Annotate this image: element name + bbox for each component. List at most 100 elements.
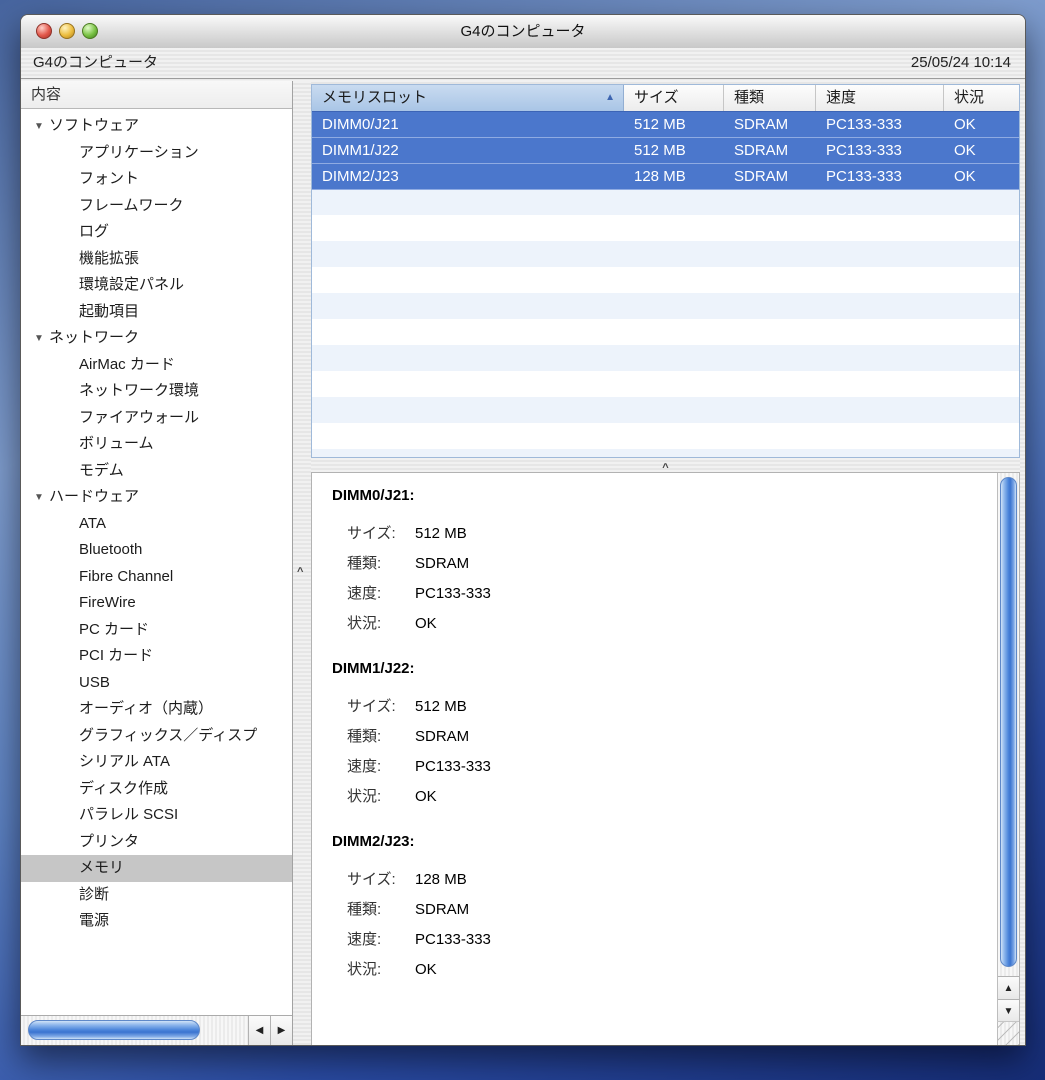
sidebar-list: ▼ソフトウェアアプリケーションフォントフレームワークログ機能拡張環境設定パネル起… [21, 109, 292, 1015]
table-detail-splitter[interactable]: ^ [311, 458, 1020, 472]
detail-section: DIMM1/J22:サイズ:512 MB種類:SDRAM速度:PC133-333… [332, 660, 997, 812]
sidebar-item[interactable]: FireWire [21, 590, 292, 617]
scroll-down-button[interactable]: ▼ [998, 999, 1019, 1022]
table-cell: SDRAM [724, 164, 816, 189]
sidebar-group-label: ハードウェア [49, 488, 139, 505]
sidebar-item[interactable]: プリンタ [21, 829, 292, 856]
table-cell: PC133-333 [816, 164, 944, 189]
detail-field-label: 種類: [347, 722, 415, 752]
scroll-left-button[interactable]: ◀ [248, 1016, 270, 1045]
sidebar-item[interactable]: Bluetooth [21, 537, 292, 564]
detail-field-label: サイズ: [347, 865, 415, 895]
sidebar-item[interactable]: ファイアウォール [21, 405, 292, 432]
sidebar-group-row[interactable]: ▼ネットワーク [21, 325, 292, 352]
sidebar-item[interactable]: フォント [21, 166, 292, 193]
detail-field-value: PC133-333 [415, 585, 491, 602]
column-header-label: 種類 [734, 89, 764, 106]
detail-vertical-scrollbar[interactable]: ▲ ▼ [997, 473, 1019, 1045]
detail-field-label: サイズ: [347, 692, 415, 722]
table-cell: OK [944, 164, 1019, 189]
sidebar-item[interactable]: ボリューム [21, 431, 292, 458]
column-header[interactable]: 状況 [944, 85, 1019, 111]
detail-field-label: 種類: [347, 895, 415, 925]
detail-field: サイズ:512 MB [332, 519, 997, 549]
resize-grip[interactable] [997, 1021, 1019, 1045]
column-header-label: メモリスロット [322, 89, 427, 106]
sidebar-item[interactable]: パラレル SCSI [21, 802, 292, 829]
detail-field-label: サイズ: [347, 519, 415, 549]
detail-field: 速度:PC133-333 [332, 925, 997, 955]
window-content: 内容 ▼ソフトウェアアプリケーションフォントフレームワークログ機能拡張環境設定パ… [21, 80, 1025, 1045]
sidebar-item[interactable]: PC カード [21, 617, 292, 644]
sidebar-splitter[interactable]: ^ [293, 81, 311, 1045]
contents-sidebar: 内容 ▼ソフトウェアアプリケーションフォントフレームワークログ機能拡張環境設定パ… [21, 81, 293, 1045]
table-cell: PC133-333 [816, 112, 944, 137]
sidebar-item[interactable]: 機能拡張 [21, 246, 292, 273]
column-header[interactable]: メモリスロット ▲ [312, 85, 624, 111]
sidebar-item[interactable]: メモリ [21, 855, 292, 882]
scroll-down-icon: ▼ [1004, 1006, 1014, 1017]
table-cell: DIMM2/J23 [312, 164, 624, 189]
detail-field-label: 状況: [347, 955, 415, 985]
detail-pane: DIMM0/J21:サイズ:512 MB種類:SDRAM速度:PC133-333… [311, 472, 1020, 1045]
sidebar-item[interactable]: 電源 [21, 908, 292, 935]
horizontal-scroll-thumb[interactable] [28, 1020, 200, 1040]
splitter-collapse-icon[interactable]: ^ [297, 566, 303, 578]
scroll-up-button[interactable]: ▲ [998, 976, 1019, 999]
vertical-scroll-thumb[interactable] [1000, 477, 1017, 967]
disclosure-triangle-icon[interactable]: ▼ [34, 114, 48, 140]
sidebar-group-row[interactable]: ▼ソフトウェア [21, 113, 292, 140]
table-cell: OK [944, 138, 1019, 163]
sidebar-item[interactable]: AirMac カード [21, 352, 292, 379]
detail-field-value: OK [415, 788, 437, 805]
sidebar-item[interactable]: フレームワーク [21, 193, 292, 220]
sidebar-item[interactable]: ATA [21, 511, 292, 538]
sidebar-item[interactable]: モデム [21, 458, 292, 485]
sidebar-item[interactable]: シリアル ATA [21, 749, 292, 776]
disclosure-triangle-icon[interactable]: ▼ [34, 485, 48, 511]
sort-ascending-icon: ▲ [605, 85, 615, 110]
column-header[interactable]: サイズ [624, 85, 724, 111]
detail-section-heading: DIMM0/J21: [332, 487, 997, 504]
table-cell: SDRAM [724, 112, 816, 137]
table-header-row: メモリスロット ▲ サイズ種類 速度状況 [312, 85, 1019, 112]
detail-field: サイズ:128 MB [332, 865, 997, 895]
table-cell: 512 MB [624, 138, 724, 163]
detail-field: 状況:OK [332, 955, 997, 985]
table-row[interactable]: DIMM0/J21512 MBSDRAMPC133-333OK [312, 111, 1019, 138]
table-row[interactable]: DIMM2/J23128 MBSDRAMPC133-333OK [312, 164, 1019, 190]
detail-field-value: OK [415, 615, 437, 632]
titlebar[interactable]: G4のコンピュータ [21, 15, 1025, 49]
sidebar-item[interactable]: Fibre Channel [21, 564, 292, 591]
detail-field: サイズ:512 MB [332, 692, 997, 722]
table-cell: 128 MB [624, 164, 724, 189]
detail-section: DIMM2/J23:サイズ:128 MB種類:SDRAM速度:PC133-333… [332, 833, 997, 985]
table-row[interactable]: DIMM1/J22512 MBSDRAMPC133-333OK [312, 138, 1019, 164]
sidebar-item[interactable]: グラフィックス／ディスプ [21, 723, 292, 750]
sidebar-item[interactable]: USB [21, 670, 292, 697]
memory-slot-table: メモリスロット ▲ サイズ種類 速度状況 DIMM0/J21512 MBSDRAMPC… [311, 84, 1020, 458]
detail-field-value: PC133-333 [415, 758, 491, 775]
table-cell: PC133-333 [816, 138, 944, 163]
sidebar-group-row[interactable]: ▼ハードウェア [21, 484, 292, 511]
report-datetime: 25/05/24 10:14 [911, 48, 1011, 78]
column-header-label: 状況 [954, 89, 984, 106]
scroll-right-button[interactable]: ▶ [270, 1016, 292, 1045]
sidebar-item[interactable]: ログ [21, 219, 292, 246]
column-header[interactable]: 種類 [724, 85, 816, 111]
sidebar-item[interactable]: PCI カード [21, 643, 292, 670]
disclosure-triangle-icon[interactable]: ▼ [34, 326, 48, 352]
sidebar-item[interactable]: ネットワーク環境 [21, 378, 292, 405]
column-header[interactable]: 速度 [816, 85, 944, 111]
sidebar-item[interactable]: 診断 [21, 882, 292, 909]
sidebar-item[interactable]: 起動項目 [21, 299, 292, 326]
detail-section-heading: DIMM2/J23: [332, 833, 997, 850]
detail-field: 種類:SDRAM [332, 722, 997, 752]
detail-field-label: 状況: [347, 782, 415, 812]
sidebar-horizontal-scrollbar[interactable]: ◀ ▶ [21, 1015, 292, 1045]
scroll-left-icon: ◀ [256, 1025, 264, 1036]
sidebar-item[interactable]: 環境設定パネル [21, 272, 292, 299]
sidebar-item[interactable]: アプリケーション [21, 140, 292, 167]
sidebar-item[interactable]: オーディオ（内蔵） [21, 696, 292, 723]
sidebar-item[interactable]: ディスク作成 [21, 776, 292, 803]
